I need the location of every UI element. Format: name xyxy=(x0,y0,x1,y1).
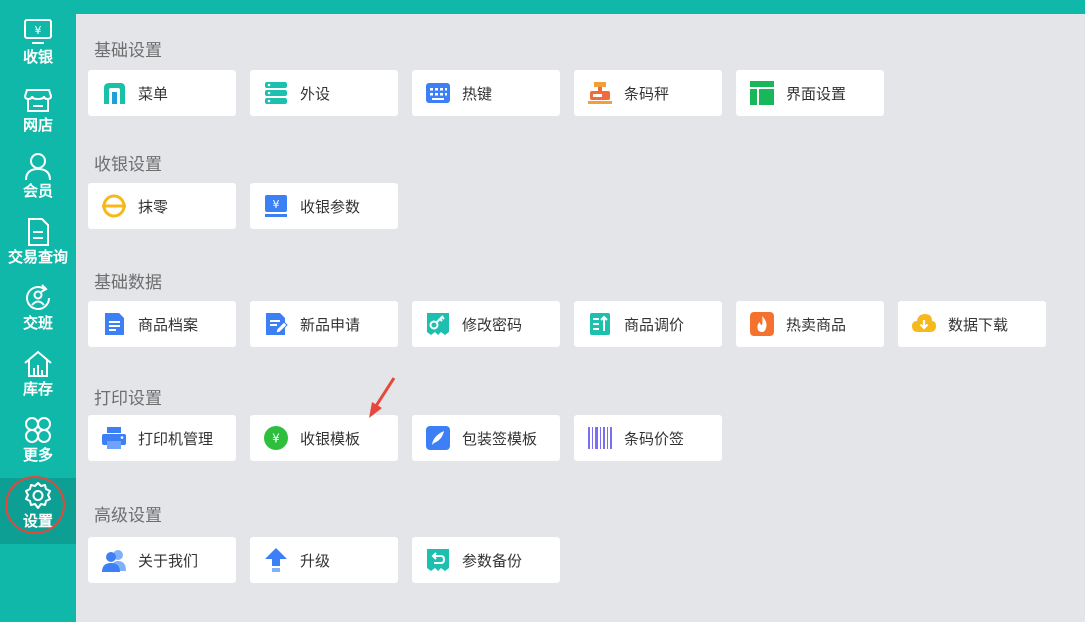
settings-panel: 基础设置 菜单 外设 热键 条码秤 界面设置 收银设置 抹零 ¥ 收银参数 基础… xyxy=(76,14,1085,622)
price-adjust-button[interactable]: 商品调价 xyxy=(574,301,722,347)
peripheral-button[interactable]: 外设 xyxy=(250,70,398,116)
shop-icon xyxy=(23,89,53,112)
inventory-icon xyxy=(24,350,52,377)
rounding-button[interactable]: 抹零 xyxy=(88,183,236,229)
card-label: 包装签模板 xyxy=(462,429,538,448)
nav-label: 会员 xyxy=(22,182,53,200)
card-label: 商品档案 xyxy=(138,315,199,334)
cashier-params-button[interactable]: ¥ 收银参数 xyxy=(250,183,398,229)
nav-label: 交班 xyxy=(22,314,53,332)
svg-text:¥: ¥ xyxy=(272,432,280,446)
barcode-scale-button[interactable]: 条码秤 xyxy=(574,70,722,116)
nav-label: 库存 xyxy=(22,380,53,398)
card-label: 升级 xyxy=(300,551,331,570)
card-label: 数据下载 xyxy=(948,315,1009,334)
card-label: 条码价签 xyxy=(624,429,685,448)
cashier-params-icon: ¥ xyxy=(265,195,287,217)
card-label: 菜单 xyxy=(138,84,169,103)
highlight-circle xyxy=(5,476,65,534)
nav-item-shop[interactable]: 网店 xyxy=(0,82,76,148)
card-label: 抹零 xyxy=(138,197,169,216)
card-label: 热卖商品 xyxy=(786,315,847,334)
section-title-basic-settings: 基础设置 xyxy=(94,41,162,61)
hot-products-button[interactable]: 热卖商品 xyxy=(736,301,884,347)
card-label: 外设 xyxy=(300,84,331,103)
rounding-icon xyxy=(102,194,126,218)
nav-label: 更多 xyxy=(22,446,53,464)
card-label: 界面设置 xyxy=(786,84,847,103)
about-us-button[interactable]: 关于我们 xyxy=(88,537,236,583)
layout-icon xyxy=(750,81,774,105)
price-adjust-icon xyxy=(590,313,610,335)
nav-item-inventory[interactable]: 库存 xyxy=(0,346,76,412)
cashier-template-button[interactable]: ¥ 收银模板 xyxy=(250,415,398,461)
printer-management-button[interactable]: 打印机管理 xyxy=(88,415,236,461)
interface-settings-button[interactable]: 界面设置 xyxy=(736,70,884,116)
backup-icon xyxy=(427,549,449,571)
card-label: 收银参数 xyxy=(300,197,361,216)
download-icon xyxy=(912,314,936,332)
nav-label: 收银 xyxy=(22,48,53,66)
product-file-button[interactable]: 商品档案 xyxy=(88,301,236,347)
nav-item-transactions[interactable]: 交易查询 xyxy=(0,214,76,280)
nav-label: 交易查询 xyxy=(7,248,68,266)
hotkey-button[interactable]: 热键 xyxy=(412,70,560,116)
product-file-icon xyxy=(105,313,124,335)
menu-icon xyxy=(104,83,125,104)
nav-item-shift[interactable]: 交班 xyxy=(0,280,76,346)
more-icon xyxy=(25,417,51,443)
password-key-icon xyxy=(427,313,449,335)
card-label: 新品申请 xyxy=(300,315,361,334)
card-label: 热键 xyxy=(462,84,493,103)
section-title-cashier-settings: 收银设置 xyxy=(94,155,162,175)
cash-register-icon: ¥ xyxy=(24,19,52,44)
nav-item-more[interactable]: 更多 xyxy=(0,412,76,478)
barcode-icon xyxy=(588,427,612,449)
about-icon xyxy=(102,550,126,572)
section-title-advanced-settings: 高级设置 xyxy=(94,506,162,526)
nav-item-cashier[interactable]: ¥ 收银 xyxy=(0,14,76,80)
svg-text:¥: ¥ xyxy=(35,24,42,37)
peripheral-icon xyxy=(265,82,287,104)
label-template-button[interactable]: 包装签模板 xyxy=(412,415,560,461)
change-password-button[interactable]: 修改密码 xyxy=(412,301,560,347)
section-title-print-settings: 打印设置 xyxy=(94,389,162,409)
cashier-template-icon: ¥ xyxy=(264,426,288,450)
hot-icon xyxy=(750,312,774,336)
card-label: 修改密码 xyxy=(462,315,523,334)
transaction-icon xyxy=(28,218,49,246)
section-title-basic-data: 基础数据 xyxy=(94,273,162,293)
top-bar xyxy=(76,0,1085,14)
svg-text:¥: ¥ xyxy=(273,198,280,211)
barcode-price-tag-button[interactable]: 条码价签 xyxy=(574,415,722,461)
scale-icon xyxy=(588,82,612,104)
new-product-icon xyxy=(266,313,288,335)
card-label: 收银模板 xyxy=(300,429,361,448)
param-backup-button[interactable]: 参数备份 xyxy=(412,537,560,583)
card-label: 参数备份 xyxy=(462,551,523,570)
member-icon xyxy=(25,153,51,181)
card-label: 条码秤 xyxy=(624,84,670,103)
label-template-icon xyxy=(426,426,450,450)
shift-icon xyxy=(26,284,50,310)
new-product-button[interactable]: 新品申请 xyxy=(250,301,398,347)
upgrade-button[interactable]: 升级 xyxy=(250,537,398,583)
data-download-button[interactable]: 数据下载 xyxy=(898,301,1046,347)
brand-logo xyxy=(98,0,178,4)
card-label: 关于我们 xyxy=(138,551,199,570)
nav-label: 网店 xyxy=(22,116,53,134)
menu-button[interactable]: 菜单 xyxy=(88,70,236,116)
upgrade-icon xyxy=(265,548,287,572)
keyboard-icon xyxy=(426,83,450,103)
printer-icon xyxy=(102,427,126,449)
red-arrow-icon xyxy=(369,377,396,418)
nav-item-member[interactable]: 会员 xyxy=(0,148,76,214)
card-label: 打印机管理 xyxy=(138,429,214,448)
card-label: 商品调价 xyxy=(624,315,685,334)
